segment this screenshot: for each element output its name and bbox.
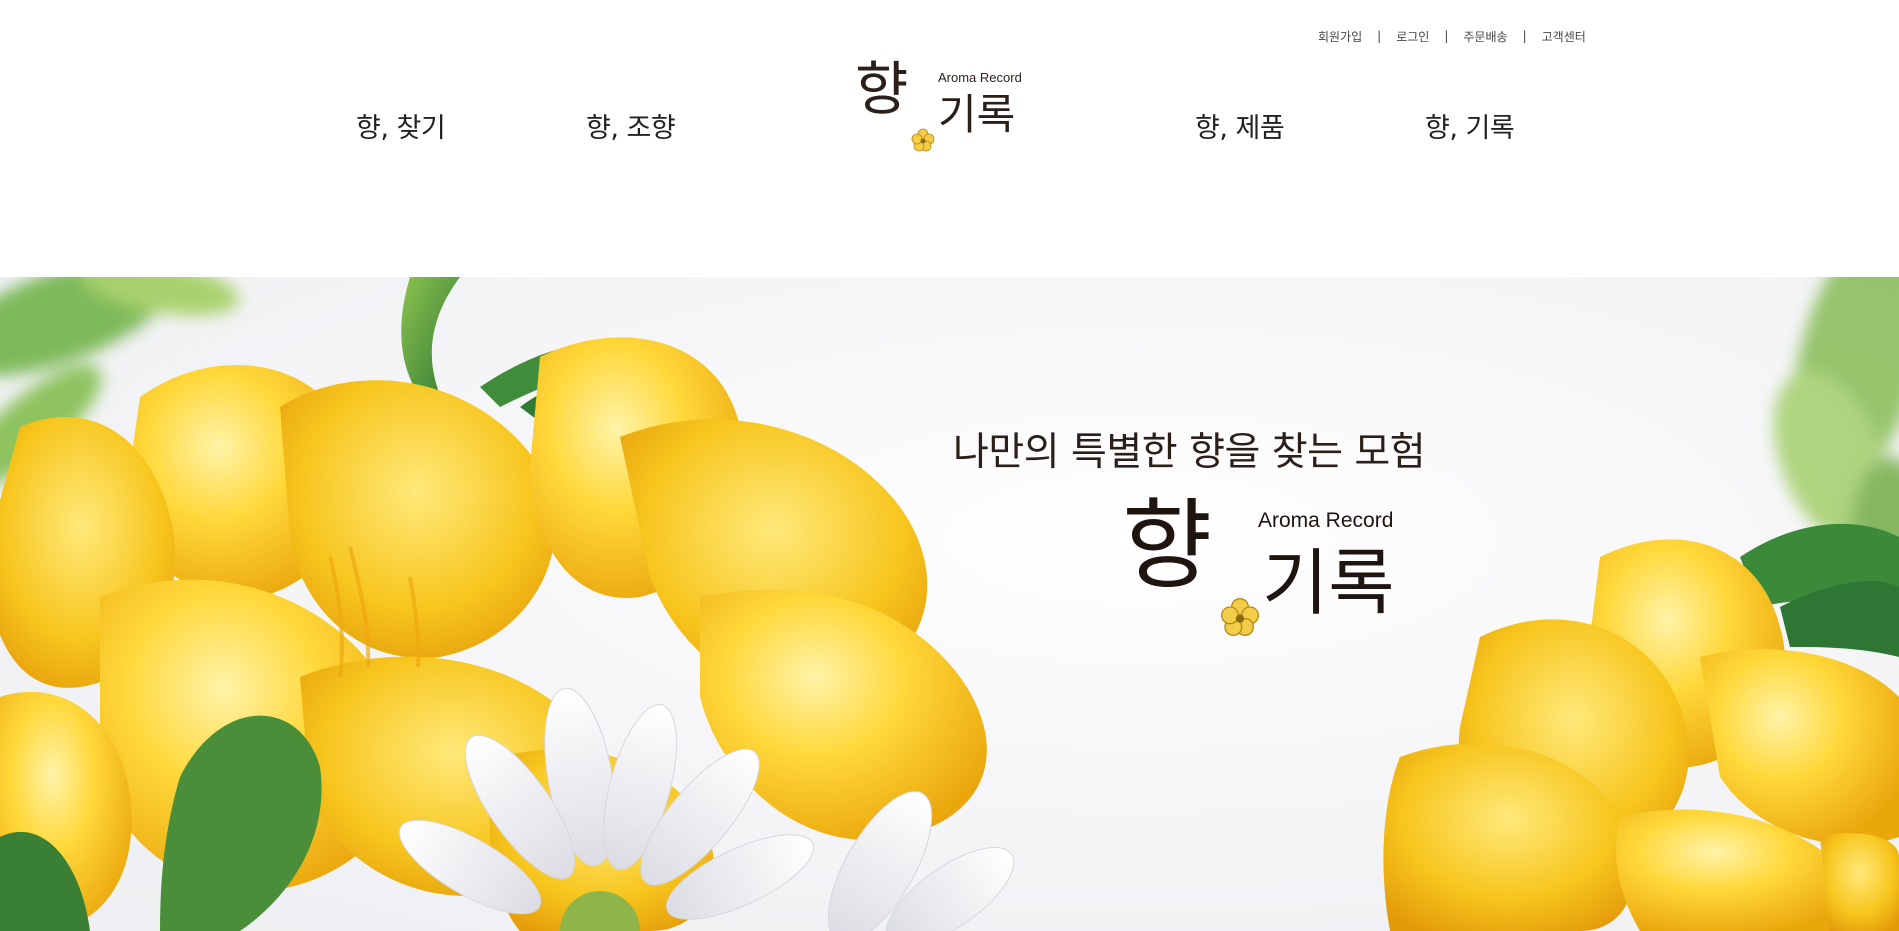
nav-products[interactable]: 향, 제품 bbox=[1195, 106, 1285, 145]
nav-blend[interactable]: 향, 조향 bbox=[586, 106, 676, 145]
logo-record-text: 기록 bbox=[938, 90, 1016, 139]
customer-center-link[interactable]: 고객센터 bbox=[1542, 28, 1586, 45]
main-header: 향, 찾기 향, 조향 향 Aroma Record 기록 향, 제품 향, 기… bbox=[0, 60, 1899, 160]
hero-logo-hyang-text: 향 bbox=[1122, 489, 1213, 603]
nav-find[interactable]: 향, 찾기 bbox=[356, 106, 446, 145]
login-link[interactable]: 로그인 bbox=[1396, 28, 1429, 45]
divider: | bbox=[1444, 29, 1449, 43]
hero-logo: 향 Aroma Record 기록 bbox=[1122, 497, 1402, 647]
hero-logo-record-text: 기록 bbox=[1262, 541, 1395, 625]
flower-illustration bbox=[0, 277, 1899, 931]
hero-banner: 나만의 특별한 향을 찾는 모험 향 Aroma Record 기록 bbox=[0, 277, 1899, 931]
logo-hyang-text: 향 bbox=[855, 55, 909, 123]
nav-record[interactable]: 향, 기록 bbox=[1425, 106, 1515, 145]
utility-nav: 회원가입 | 로그인 | 주문배송 | 고객센터 bbox=[1318, 26, 1586, 46]
logo-english-text: Aroma Record bbox=[938, 70, 1022, 85]
flower-icon bbox=[1221, 598, 1259, 636]
divider: | bbox=[1522, 29, 1527, 43]
site-logo[interactable]: 향 Aroma Record 기록 bbox=[855, 60, 1025, 152]
order-delivery-link[interactable]: 주문배송 bbox=[1463, 28, 1507, 45]
divider: | bbox=[1377, 29, 1382, 43]
flower-icon bbox=[911, 128, 935, 152]
hero-logo-english-text: Aroma Record bbox=[1258, 509, 1394, 532]
hero-tagline: 나만의 특별한 향을 찾는 모험 bbox=[953, 430, 1426, 475]
signup-link[interactable]: 회원가입 bbox=[1318, 28, 1362, 45]
